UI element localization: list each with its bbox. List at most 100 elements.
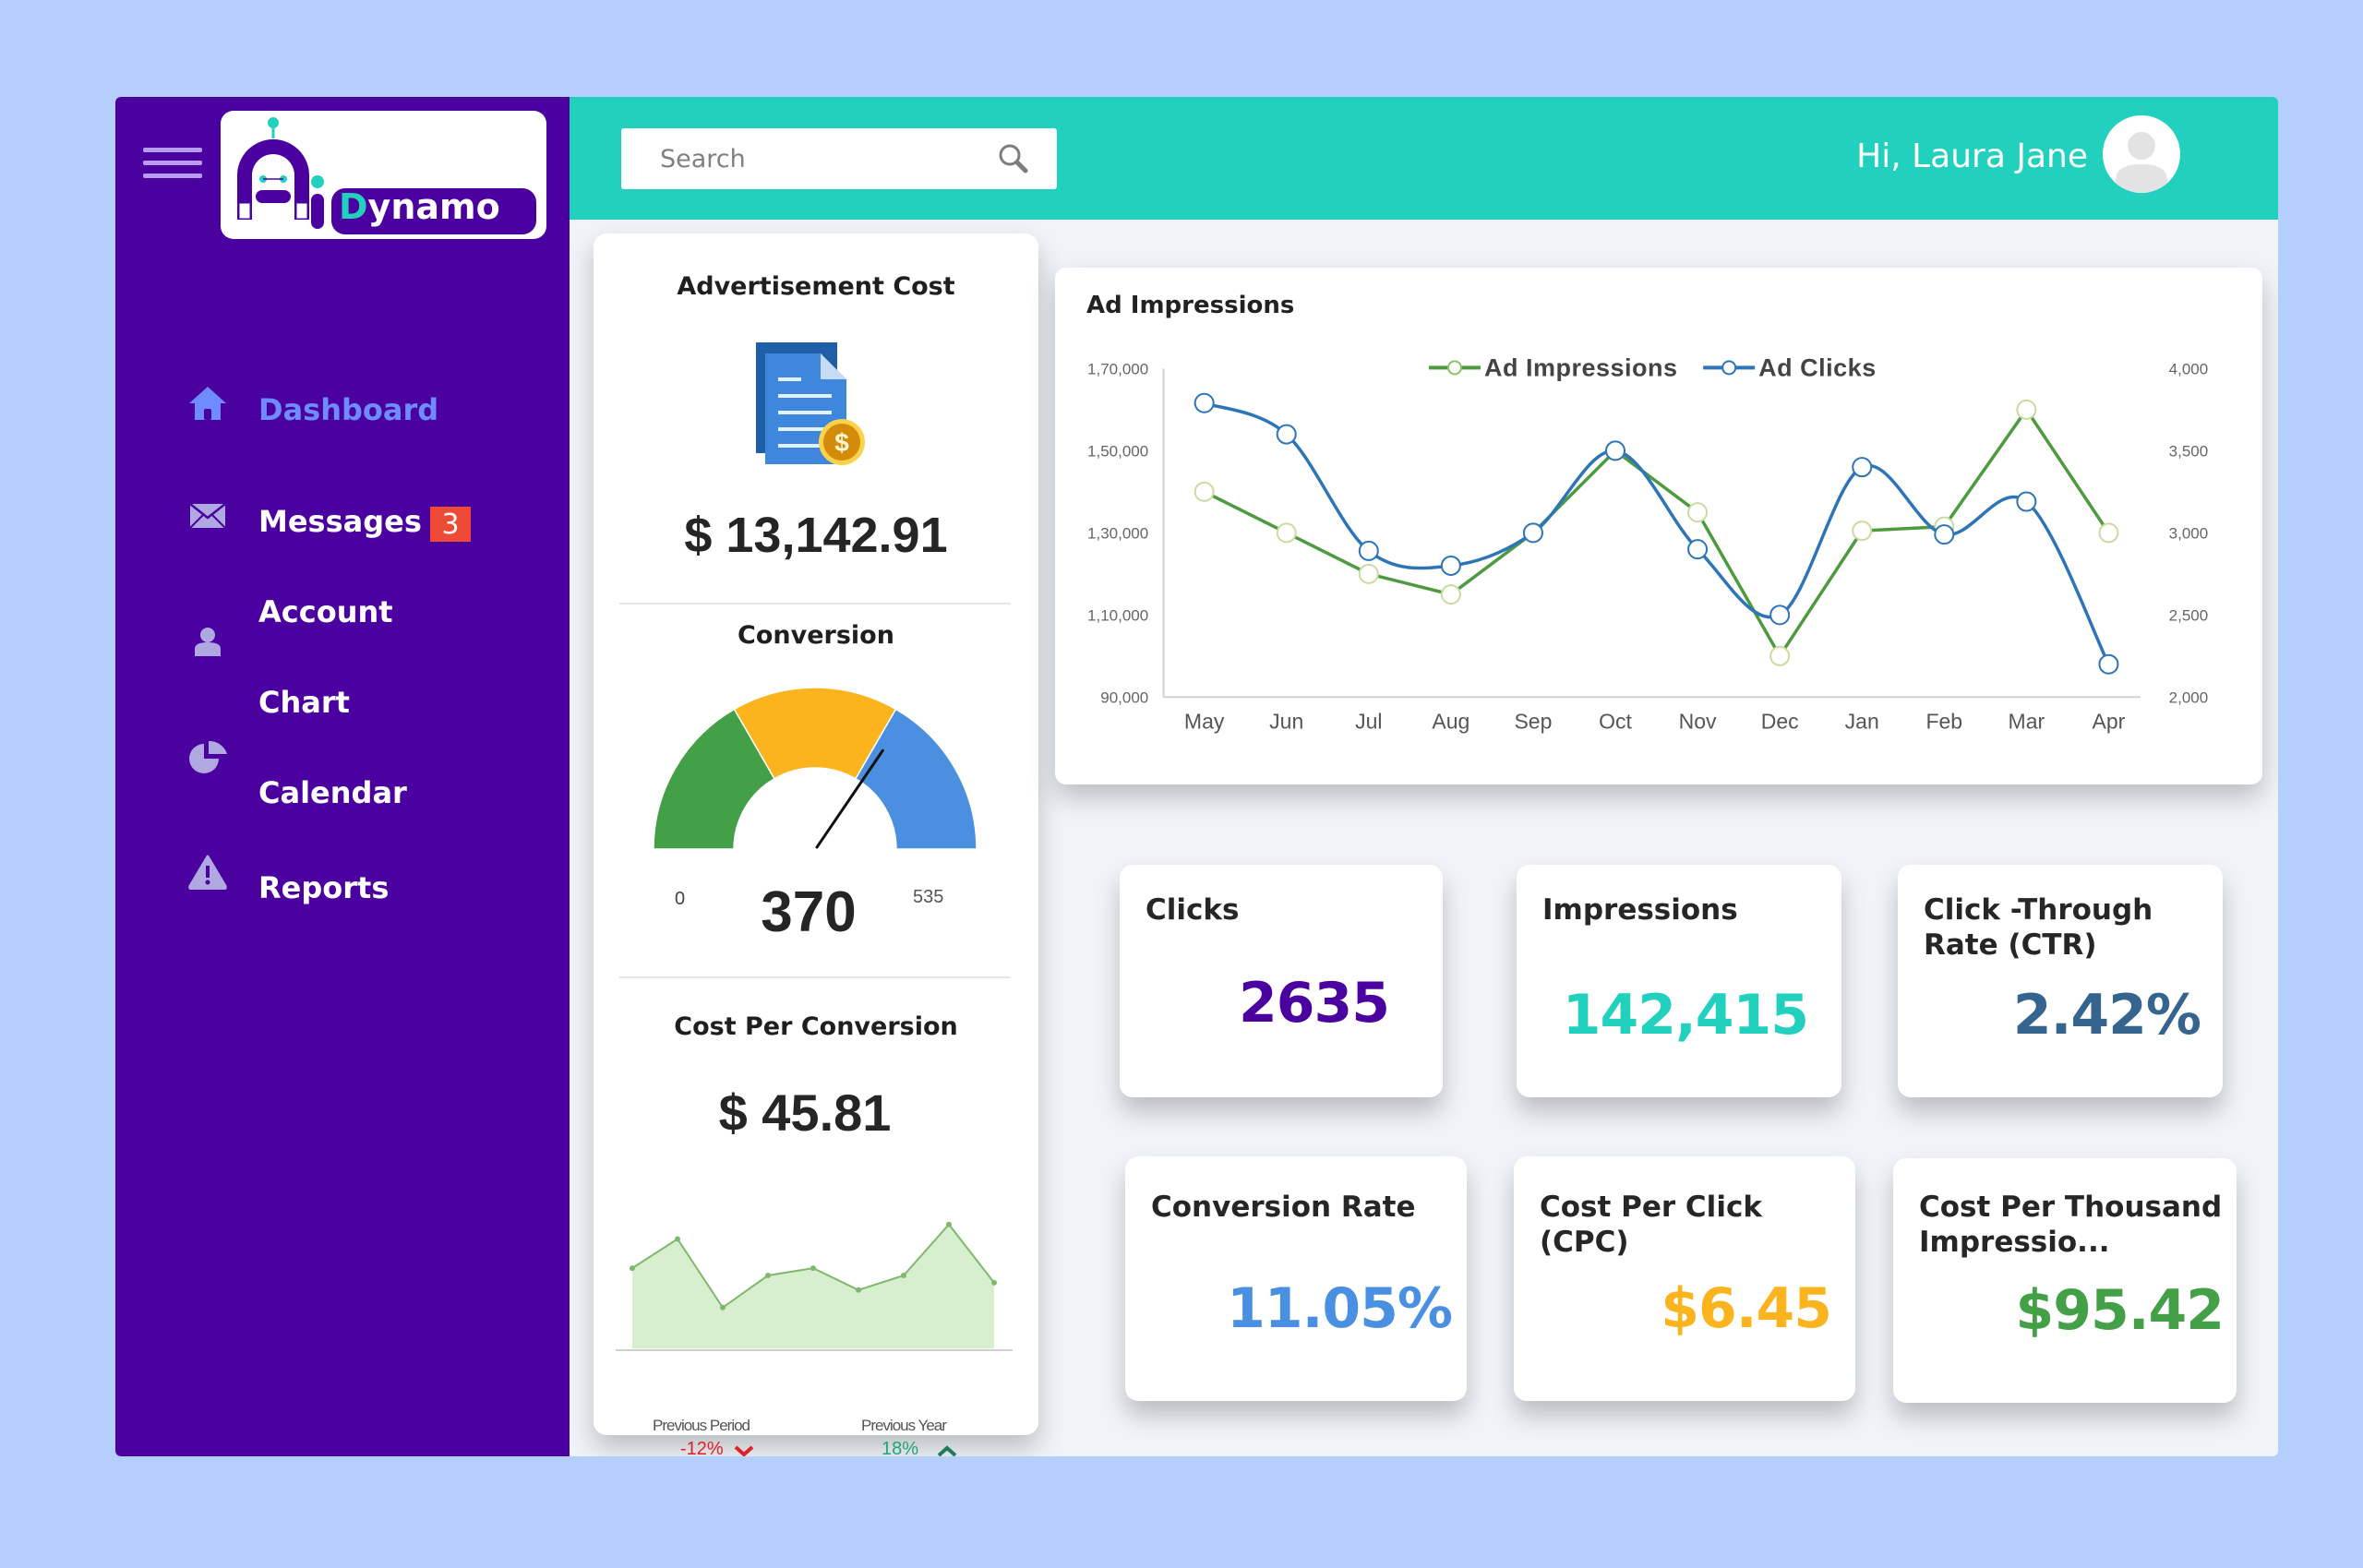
y-right-tick-label: 3,000	[2169, 524, 2209, 542]
kpi-label: Conversion Rate	[1151, 1191, 1416, 1224]
conversion-gauge	[653, 687, 978, 850]
x-tick-label: Apr	[2093, 709, 2126, 733]
home-icon	[187, 383, 228, 424]
ad-impressions-point	[2016, 399, 2037, 420]
kpi-card-impressions: Impressions 142,415	[1517, 865, 1841, 1097]
x-tick-label: Jul	[1355, 709, 1382, 733]
kpi-card-ctr: Click -Through Rate (CTR) 2.42%	[1898, 865, 2223, 1097]
y-right-tick-label: 4,000	[2169, 360, 2209, 377]
previous-period-value: -12%	[680, 1439, 724, 1456]
x-tick-label: Mar	[2009, 709, 2045, 733]
cost-per-conversion-value: $ 45.81	[718, 1083, 892, 1142]
menu-toggle-icon[interactable]	[143, 148, 202, 179]
kpi-card-cpm: Cost Per Thousand Impressio... $95.42	[1893, 1158, 2237, 1403]
sidebar-item-dashboard[interactable]	[187, 383, 228, 424]
dashboard-window: Dynamo Dashboard Messages 3 Account Char…	[115, 97, 2278, 1456]
logo-text-rest: ynamo	[367, 186, 500, 227]
sparkline-point	[810, 1265, 816, 1272]
previous-year-label: Previous Year	[861, 1417, 947, 1434]
x-tick-label: Feb	[1925, 709, 1962, 733]
user-icon	[187, 621, 228, 662]
sparkline-point	[856, 1287, 861, 1293]
summary-panel: Advertisement Cost $ $ 13,142.91 Convers…	[594, 233, 1038, 1456]
pie-chart-icon	[187, 737, 228, 778]
x-tick-label: Oct	[1599, 709, 1632, 733]
kpi-label: Click -Through Rate (CTR)	[1924, 893, 2153, 962]
ad-impressions-point	[1193, 481, 1215, 502]
y-left-tick-label: 1,30,000	[1087, 524, 1148, 542]
search-box[interactable]	[621, 128, 1057, 189]
ad-impressions-point	[1852, 521, 1873, 542]
sparkline-point	[901, 1273, 906, 1278]
legend-swatch-marker	[1446, 360, 1462, 376]
kpi-label: Clicks	[1146, 893, 1240, 927]
svg-text:$: $	[834, 428, 849, 457]
sidebar-item-label[interactable]: Reports	[258, 870, 389, 905]
x-tick-label: May	[1184, 709, 1225, 733]
trend-up-icon	[937, 1445, 957, 1456]
y-left-tick-label: 1,10,000	[1087, 606, 1148, 624]
search-icon[interactable]	[998, 143, 1029, 179]
sidebar-item-chart[interactable]: Chart	[258, 685, 350, 720]
y-left-tick-label: 90,000	[1100, 688, 1148, 706]
previous-period-label: Previous Period	[653, 1417, 750, 1434]
kpi-value: 11.05%	[1227, 1276, 1453, 1341]
sparkline-point	[991, 1279, 997, 1286]
ad-clicks-point	[1440, 555, 1461, 576]
y-right-tick-label: 2,000	[2169, 688, 2209, 706]
invoice-dollar-icon: $	[756, 342, 876, 476]
series-ad-impressions-line	[1203, 406, 2110, 660]
legend-label: Ad Impressions	[1484, 353, 1678, 381]
ad-impressions-point	[1276, 522, 1297, 544]
x-tick-label: Nov	[1679, 709, 1717, 733]
sidebar-item-label[interactable]: Dashboard	[258, 392, 438, 427]
ad-impressions-point	[1440, 584, 1461, 605]
kpi-label: Cost Per Click (CPC)	[1540, 1191, 1762, 1259]
sparkline-area	[632, 1224, 994, 1348]
sidebar: Dynamo Dashboard Messages 3 Account Char…	[115, 97, 570, 1456]
trend-down-icon	[734, 1445, 754, 1456]
y-left-tick-label: 1,50,000	[1087, 442, 1148, 460]
legend-swatch-marker	[1721, 360, 1737, 376]
ad-clicks-point	[1687, 539, 1709, 560]
ad-clicks-point	[1276, 424, 1297, 445]
ad-impressions-point	[1358, 563, 1379, 584]
kpi-value: 2635	[1239, 971, 1390, 1035]
sidebar-item-label[interactable]: Messages	[258, 504, 422, 539]
warning-icon	[187, 852, 228, 892]
ad-cost-value: $ 13,142.91	[684, 508, 948, 563]
sidebar-item-account[interactable]: Account	[258, 594, 393, 629]
pie-chart-icon-wrap[interactable]	[187, 737, 228, 778]
avatar[interactable]	[2103, 115, 2180, 193]
x-tick-label: Dec	[1761, 709, 1799, 733]
sparkline-point	[765, 1273, 771, 1278]
ad-clicks-point	[1522, 522, 1543, 544]
user-avatar-icon	[2116, 132, 2167, 193]
sparkline-point	[720, 1304, 726, 1311]
search-input[interactable]	[658, 143, 976, 174]
sidebar-item-reports[interactable]	[187, 852, 228, 892]
series-ad-clicks-line	[1204, 401, 2111, 665]
sparkline-point	[946, 1221, 952, 1227]
sparkline-point	[630, 1265, 635, 1272]
sidebar-item-calendar[interactable]: Calendar	[258, 775, 407, 810]
kpi-label: Impressions	[1542, 893, 1738, 927]
ad-cost-title: Advertisement Cost	[677, 272, 955, 301]
y-right-tick-label: 3,500	[2169, 442, 2209, 460]
conversion-value: 370	[761, 880, 857, 944]
x-tick-label: Aug	[1432, 709, 1469, 733]
x-tick-label: Jan	[1845, 709, 1879, 733]
previous-year-value: 18%	[882, 1439, 919, 1456]
x-tick-label: Sep	[1514, 709, 1552, 733]
messages-badge: 3	[430, 507, 471, 542]
sidebar-item-messages[interactable]	[187, 496, 228, 536]
kpi-value: 2.42%	[2012, 983, 2201, 1047]
user-icon-wrap[interactable]	[187, 621, 228, 662]
cost-per-conversion-sparkline	[616, 1221, 1013, 1351]
ad-clicks-point	[1769, 604, 1791, 626]
logo[interactable]: Dynamo	[221, 111, 546, 239]
sparkline-point	[675, 1236, 680, 1242]
kpi-card-clicks: Clicks 2635	[1120, 865, 1443, 1097]
kpi-card-cpc: Cost Per Click (CPC) $6.45	[1514, 1156, 1855, 1401]
ad-clicks-point	[1358, 540, 1379, 561]
